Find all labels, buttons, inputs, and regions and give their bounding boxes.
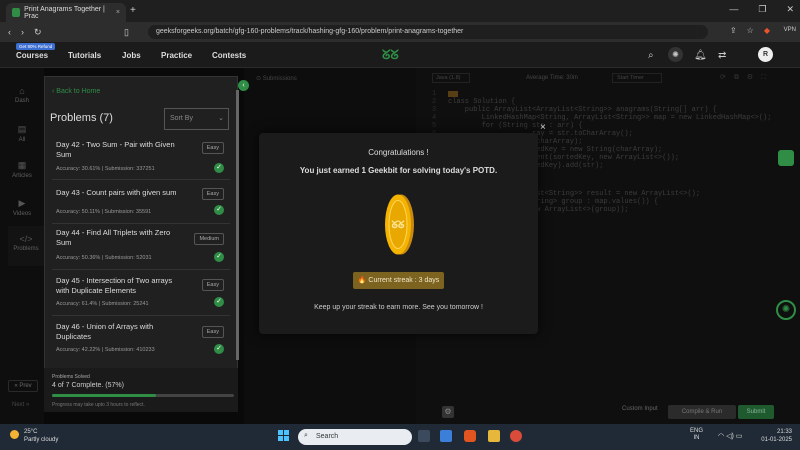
- file-explorer-icon[interactable]: [488, 430, 500, 442]
- new-tab-button[interactable]: +: [130, 5, 136, 16]
- check-icon: ✓: [214, 344, 224, 354]
- problem-title: Day 46 - Union of Arrays with Duplicates: [56, 322, 154, 341]
- difficulty-badge: Easy: [201, 279, 224, 291]
- problem-meta: Accuracy: 50.11% | Submission: 35591: [56, 209, 152, 215]
- chrome-icon[interactable]: [510, 430, 522, 442]
- problem-title: Day 43 - Count pairs with given sum: [56, 188, 177, 197]
- chat-icon[interactable]: [778, 150, 794, 166]
- problem-card-day-42[interactable]: Day 42 - Two Sum - Pair with Given Sum E…: [52, 136, 230, 180]
- reload-icon[interactable]: ↻: [34, 27, 42, 38]
- submit-button[interactable]: Submit: [738, 405, 774, 419]
- geekbit-coin-icon: ᘜᘜ: [385, 194, 414, 255]
- address-bar-row: ‹ › ↻ ▯ geeksforgeeks.org/batch/gfg-160-…: [0, 22, 800, 42]
- vpn-badge[interactable]: VPN: [784, 27, 796, 33]
- progress-fill: [52, 394, 156, 397]
- problem-card-day-46[interactable]: Day 46 - Union of Arrays with Duplicates…: [52, 316, 230, 362]
- maximize-icon[interactable]: ❐: [758, 4, 766, 15]
- brave-icon[interactable]: [464, 430, 476, 442]
- check-icon: ✓: [214, 297, 224, 307]
- solved-label: Problems Solved: [52, 374, 90, 380]
- problem-meta: Accuracy: 61.4% | Submission: 25241: [56, 301, 149, 307]
- avatar[interactable]: R: [758, 47, 773, 62]
- problem-title: Day 45 - Intersection of Two arrays with…: [56, 276, 173, 295]
- modal-close-button[interactable]: ×: [540, 122, 546, 133]
- current-streak-badge: 🔥 Current streak : 3 days: [353, 272, 444, 289]
- nav-practice[interactable]: Practice: [161, 51, 192, 60]
- nav-jobs[interactable]: Jobs: [122, 51, 141, 60]
- gfg-favicon-icon: [12, 8, 21, 17]
- modal-message: You just earned 1 Geekbit for solving to…: [299, 166, 498, 175]
- solved-count: 4 of 7 Complete. (57%): [52, 382, 124, 389]
- windows-start-icon[interactable]: [278, 430, 290, 442]
- nav-courses[interactable]: Courses: [16, 51, 48, 60]
- star-icon[interactable]: ☆: [747, 26, 754, 35]
- custom-input-button[interactable]: Custom Input: [622, 406, 658, 412]
- problem-title: Day 42 - Two Sum - Pair with Given Sum: [56, 140, 175, 159]
- panel-scrollbar[interactable]: [236, 90, 239, 360]
- settings-gear-icon[interactable]: ⚙: [442, 406, 454, 418]
- system-tray[interactable]: ◠ ◁) ▭: [718, 432, 742, 440]
- problem-title: Day 44 - Find All Triplets with Zero Sum: [56, 228, 171, 247]
- assistant-icon[interactable]: ✺: [776, 300, 796, 320]
- app-icon[interactable]: [440, 430, 452, 442]
- check-icon: ✓: [214, 205, 224, 215]
- chevron-down-icon: ⌄: [218, 115, 224, 122]
- window-controls: — ❐ ✕: [729, 4, 794, 15]
- theme-toggle-icon[interactable]: ✺: [668, 47, 683, 62]
- problem-card-day-44[interactable]: Day 44 - Find All Triplets with Zero Sum…: [52, 224, 230, 270]
- close-tab-icon[interactable]: ×: [116, 9, 120, 16]
- difficulty-badge: Easy: [201, 326, 224, 338]
- weather-widget[interactable]: 25°C Partly cloudy: [10, 428, 58, 444]
- browser-tab[interactable]: Print Anagrams Together | Prac ×: [6, 3, 126, 22]
- minimize-icon[interactable]: —: [729, 4, 738, 15]
- check-icon: ✓: [214, 163, 224, 173]
- language-indicator[interactable]: ENG IN: [690, 428, 703, 442]
- difficulty-badge: Medium: [194, 233, 224, 245]
- extension-icon[interactable]: ◆: [764, 26, 770, 35]
- problem-card-day-45[interactable]: Day 45 - Intersection of Two arrays with…: [52, 270, 230, 316]
- url-bar[interactable]: geeksforgeeks.org/batch/gfg-160-problems…: [148, 25, 708, 39]
- difficulty-badge: Easy: [201, 142, 224, 154]
- forward-arrow-icon[interactable]: ›: [21, 27, 24, 37]
- problem-card-day-43[interactable]: Day 43 - Count pairs with given sum Easy…: [52, 180, 230, 224]
- problem-meta: Accuracy: 30.61% | Submission: 337251: [56, 166, 155, 172]
- bell-icon[interactable]: 🔔︎: [694, 50, 707, 61]
- task-view-icon[interactable]: [418, 430, 430, 442]
- nav-tutorials[interactable]: Tutorials: [68, 51, 101, 60]
- wifi-icon: ◠: [718, 433, 725, 440]
- back-arrow-icon[interactable]: ‹: [8, 27, 11, 37]
- close-window-icon[interactable]: ✕: [786, 4, 794, 15]
- url-bar-icons: ⇪ ☆ ◆: [730, 26, 770, 35]
- taskbar-search[interactable]: ⌕ Search: [298, 429, 412, 445]
- weather-sun-icon: [10, 430, 19, 439]
- bookmark-icon[interactable]: ▯: [124, 27, 129, 38]
- back-to-home-link[interactable]: ‹ Back to Home: [52, 88, 100, 95]
- share-icon[interactable]: ⇪: [730, 26, 737, 35]
- taskbar-clock[interactable]: 21:33 01-01-2025: [752, 428, 792, 444]
- search-icon: ⌕: [304, 432, 308, 439]
- modal-title: Congratulations !: [368, 148, 429, 157]
- problem-meta: Accuracy: 42.22% | Submission: 410233: [56, 347, 155, 353]
- compile-run-button[interactable]: Compile & Run: [668, 405, 736, 419]
- collapse-panel-icon[interactable]: ‹: [238, 80, 249, 91]
- volume-icon: ◁): [726, 433, 734, 440]
- svg-text:ᘜᘜ: ᘜᘜ: [392, 219, 405, 231]
- gfg-logo-icon[interactable]: ᘜᘜ: [382, 47, 416, 62]
- modal-footer: Keep up your streak to earn more. See yo…: [314, 304, 483, 311]
- tab-title: Print Anagrams Together | Prac: [24, 5, 105, 20]
- battery-icon: ▭: [735, 433, 743, 440]
- translate-icon[interactable]: ⇄: [718, 50, 726, 61]
- refund-badge[interactable]: Get 90% Refund: [16, 43, 56, 50]
- difficulty-badge: Easy: [201, 188, 224, 200]
- nav-contests[interactable]: Contests: [212, 51, 246, 60]
- sort-by-select[interactable]: Sort By ⌄: [164, 108, 229, 130]
- problem-meta: Accuracy: 50.36% | Submission: 52031: [56, 255, 152, 261]
- progress-note: Progress may take upto 3 hours to reflec…: [52, 402, 145, 408]
- panel-title: Problems (7): [50, 112, 113, 124]
- check-icon: ✓: [214, 252, 224, 262]
- search-icon[interactable]: ⌕: [648, 50, 654, 61]
